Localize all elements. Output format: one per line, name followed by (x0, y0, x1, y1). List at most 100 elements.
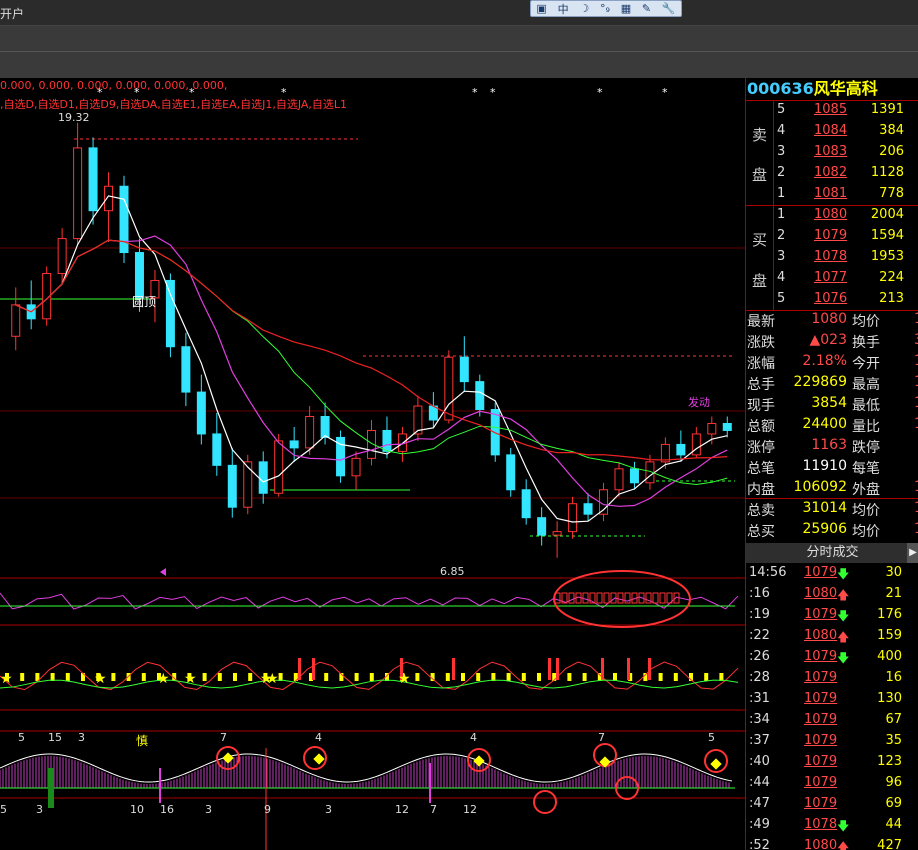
order-price[interactable]: 1084 (814, 123, 847, 138)
arrow-up-icon: 🡅 (837, 588, 850, 602)
buy-order-row[interactable]: 5 1076 213 (746, 291, 918, 312)
star-marker: * (97, 86, 103, 99)
stat-row: 内盘 106092 外盘 123 (746, 479, 918, 500)
candle-body (227, 464, 237, 508)
candle-body (88, 147, 98, 212)
tick-row: :49 1078 🡇 44 (746, 817, 918, 838)
zh-text-icon[interactable]: 中 (558, 1, 569, 17)
order-price[interactable]: 1083 (814, 144, 847, 159)
order-price[interactable]: 1080 (814, 207, 847, 222)
order-volume: 213 (879, 291, 904, 306)
sell-order-row[interactable]: 5 1085 1391 (746, 102, 918, 123)
order-price[interactable]: 1085 (814, 102, 847, 117)
order-volume: 1594 (870, 228, 904, 243)
candle-body (57, 238, 67, 274)
buy-order-row[interactable]: 1 1080 2004 (746, 207, 918, 228)
star-marker: * (134, 86, 140, 99)
stat-v2: 1 (914, 374, 918, 390)
axis-label: 7 (220, 731, 227, 744)
candle-body (351, 457, 361, 477)
axis-label: 15 (48, 731, 62, 744)
sell-order-row[interactable]: 1 1081 778 (746, 186, 918, 207)
kline-svg[interactable]: * * * * * * * *★ ★ ★ ★ ★★ ★5 3 10 16 3 9 3 12 7 125 15 3 7 4 4 7 5慎发… (0, 78, 745, 850)
buy-order-row[interactable]: 4 1077 224 (746, 270, 918, 291)
candle-body (583, 503, 593, 515)
stat-k2: 跌停 (852, 440, 880, 456)
stat-v1: 106092 (793, 479, 847, 495)
tick-price: 1079 (804, 796, 838, 811)
kline-chart-area[interactable]: 0.000, 0.000, 0.000, 0.000, 0.000, 0.000… (0, 78, 745, 850)
keyboard-icon[interactable]: ▦ (621, 2, 631, 15)
signal-bar (354, 673, 359, 681)
sell-order-row[interactable]: 3 1083 206 (746, 144, 918, 165)
order-price[interactable]: 1079 (814, 228, 847, 243)
highlight-circle (533, 790, 557, 814)
signal-bar (582, 673, 587, 681)
chevron-right-icon[interactable]: ▶ (907, 543, 918, 563)
tick-row: :22 1080 🡅 159 (746, 628, 918, 649)
tick-volume: 44 (885, 817, 902, 832)
floating-toolbar[interactable]: ▣ 中 ☽ °₉ ▦ ✎ 🔧 (530, 0, 682, 17)
order-price[interactable]: 1082 (814, 165, 847, 180)
axis-label: 10 (130, 803, 144, 816)
dots-icon[interactable]: °₉ (600, 2, 610, 15)
tick-row: :52 1080 🡅 427 (746, 838, 918, 850)
star-marker: * (662, 86, 668, 99)
order-level: 4 (777, 270, 786, 285)
stat-k2: 今开 (852, 356, 880, 372)
tick-price: 1079 (804, 691, 838, 706)
signal-bar (476, 673, 481, 681)
signal-bar (673, 673, 678, 681)
candle-body (614, 468, 624, 491)
stat-k1: 总买 (747, 524, 775, 540)
stat-v1: 25906 (802, 521, 847, 537)
tick-row: :44 1079 96 (746, 775, 918, 796)
buy-order-row[interactable]: 3 1078 1953 (746, 249, 918, 270)
tick-time: :31 (749, 691, 770, 706)
tick-time: :49 (749, 817, 770, 832)
candle-body (212, 433, 222, 466)
order-price[interactable]: 1078 (814, 249, 847, 264)
order-level: 3 (777, 249, 786, 264)
scroll-arrow-icon (160, 568, 166, 576)
window-icon[interactable]: ▣ (536, 2, 546, 15)
signal-bar (415, 673, 420, 681)
ticks-header[interactable]: 分时成交 ▶ (746, 543, 918, 563)
tools-icon[interactable]: ✎ (642, 2, 651, 15)
stat-v1: 31014 (802, 500, 847, 516)
stat-v1: ▲023 (809, 332, 848, 348)
star-icon: ★ (266, 671, 279, 687)
oscillator-line (0, 592, 739, 610)
signal-bar-red (312, 658, 315, 680)
order-price[interactable]: 1081 (814, 186, 847, 201)
moon-icon[interactable]: ☽ (579, 2, 589, 15)
signal-bar (202, 673, 207, 681)
stat-v2: 1 (914, 395, 918, 411)
order-level: 1 (777, 186, 786, 201)
tick-price: 1079 (804, 670, 838, 685)
order-price[interactable]: 1076 (814, 291, 847, 306)
settings-icon[interactable]: 🔧 (662, 2, 676, 15)
stat-k1: 总手 (747, 377, 775, 393)
arrow-up-icon: 🡅 (837, 840, 850, 850)
stat-v1: 24400 (802, 416, 847, 432)
ticks-header-label: 分时成交 (806, 545, 859, 560)
signal-bar (521, 673, 526, 681)
signal-bar (567, 673, 572, 681)
signal-bar (613, 673, 617, 681)
stat-k2: 外盘 (852, 482, 880, 498)
signal-bar (658, 673, 663, 681)
signal-bar (141, 673, 146, 681)
arrow-down-icon: 🡇 (837, 609, 850, 623)
order-level: 1 (777, 207, 786, 222)
menu-account[interactable]: 开户 (0, 5, 24, 22)
buy-order-row[interactable]: 2 1079 1594 (746, 228, 918, 249)
sell-order-row[interactable]: 4 1084 384 (746, 123, 918, 144)
tick-volume: 30 (885, 565, 902, 580)
sell-order-row[interactable]: 2 1082 1128 (746, 165, 918, 186)
stat-v2: 1 (914, 353, 918, 369)
stat-v2: 1 (914, 521, 918, 537)
stat-row: 总买 25906 均价 1 (746, 521, 918, 542)
order-price[interactable]: 1077 (814, 270, 847, 285)
stat-k1: 总卖 (747, 503, 775, 519)
